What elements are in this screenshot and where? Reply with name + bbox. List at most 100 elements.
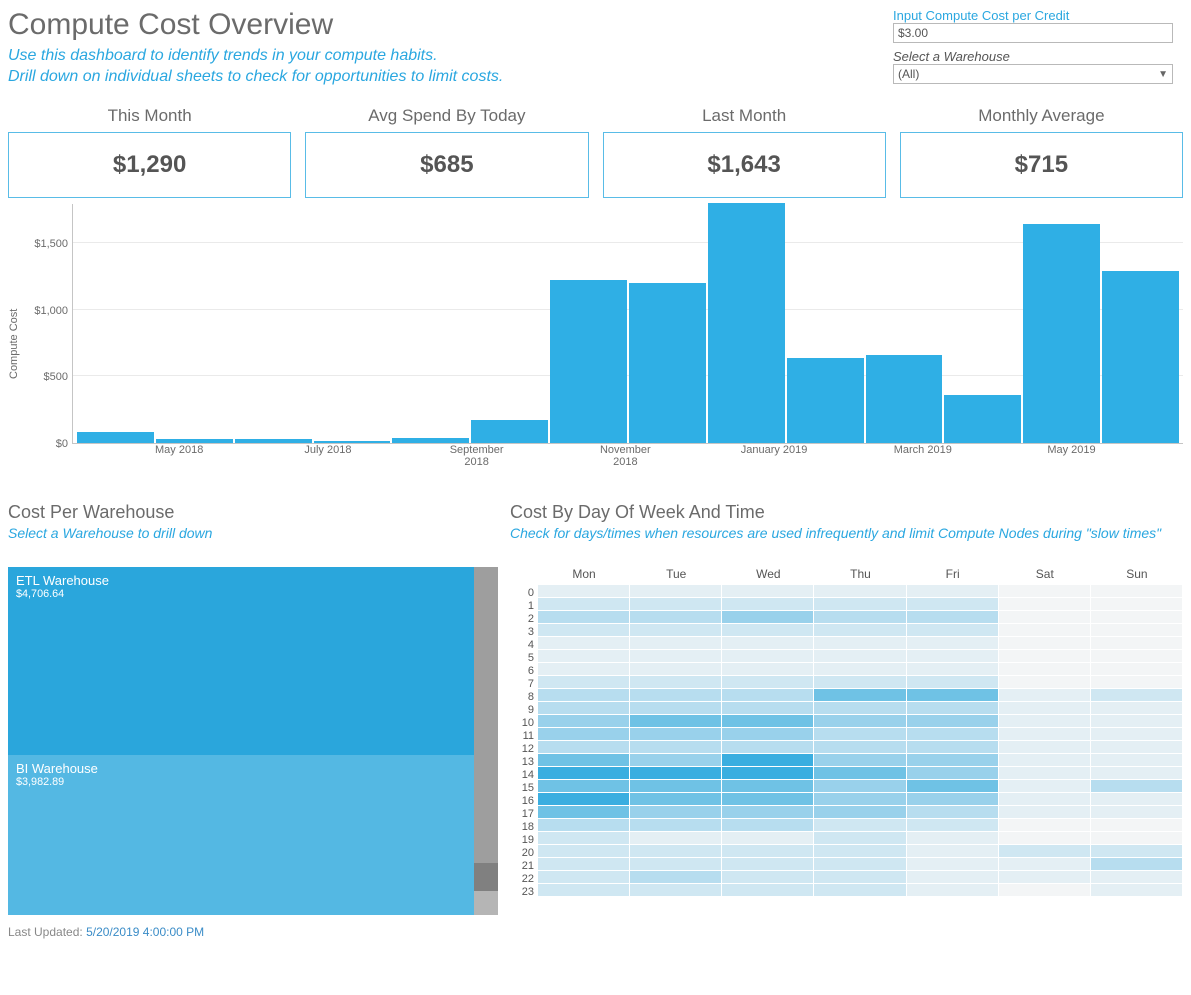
heatmap-cell[interactable] [722, 767, 814, 779]
heatmap-cell[interactable] [722, 624, 814, 636]
heatmap-cell[interactable] [907, 585, 999, 597]
heatmap-cell[interactable] [1091, 780, 1183, 792]
heatmap-cell[interactable] [814, 715, 906, 727]
heatmap-cell[interactable] [999, 793, 1091, 805]
bar[interactable] [77, 432, 154, 443]
heatmap-cell[interactable] [1091, 676, 1183, 688]
heatmap-cell[interactable] [907, 806, 999, 818]
heatmap-cell[interactable] [630, 754, 722, 766]
heatmap-cell[interactable] [630, 611, 722, 623]
heatmap-cell[interactable] [630, 858, 722, 870]
heatmap-cell[interactable] [722, 806, 814, 818]
heatmap-cell[interactable] [907, 715, 999, 727]
heatmap-cell[interactable] [999, 845, 1091, 857]
heatmap-cell[interactable] [722, 884, 814, 896]
heatmap-cell[interactable] [538, 780, 630, 792]
heatmap-cell[interactable] [1091, 624, 1183, 636]
heatmap-cell[interactable] [907, 637, 999, 649]
heatmap-cell[interactable] [722, 702, 814, 714]
heatmap-cell[interactable] [722, 637, 814, 649]
heatmap-cell[interactable] [630, 806, 722, 818]
heatmap-cell[interactable] [999, 598, 1091, 610]
heatmap-cell[interactable] [630, 624, 722, 636]
heatmap-cell[interactable] [1091, 871, 1183, 883]
heatmap-cell[interactable] [1091, 715, 1183, 727]
heatmap-cell[interactable] [722, 780, 814, 792]
heatmap-cell[interactable] [722, 650, 814, 662]
heatmap-cell[interactable] [814, 793, 906, 805]
heatmap-cell[interactable] [630, 585, 722, 597]
heatmap-cell[interactable] [1091, 689, 1183, 701]
heatmap-cell[interactable] [814, 676, 906, 688]
heatmap-cell[interactable] [907, 741, 999, 753]
heatmap-cell[interactable] [630, 663, 722, 675]
heatmap-cell[interactable] [538, 598, 630, 610]
treemap-block-small[interactable] [474, 863, 498, 891]
heatmap-cell[interactable] [630, 884, 722, 896]
heatmap-cell[interactable] [814, 832, 906, 844]
bar[interactable] [944, 395, 1021, 443]
heatmap-cell[interactable] [814, 611, 906, 623]
heatmap-cell[interactable] [999, 715, 1091, 727]
heatmap-cell[interactable] [538, 585, 630, 597]
heatmap-cell[interactable] [814, 637, 906, 649]
heatmap-cell[interactable] [722, 754, 814, 766]
heatmap-cell[interactable] [538, 676, 630, 688]
heatmap-cell[interactable] [722, 793, 814, 805]
heatmap-cell[interactable] [814, 728, 906, 740]
heatmap-cell[interactable] [999, 689, 1091, 701]
heatmap-cell[interactable] [538, 702, 630, 714]
heatmap-cell[interactable] [907, 689, 999, 701]
heatmap-cell[interactable] [538, 754, 630, 766]
heatmap-cell[interactable] [907, 871, 999, 883]
heatmap-cell[interactable] [999, 819, 1091, 831]
heatmap-cell[interactable] [907, 728, 999, 740]
heatmap-cell[interactable] [907, 884, 999, 896]
heatmap-cell[interactable] [1091, 793, 1183, 805]
heatmap-cell[interactable] [630, 676, 722, 688]
heatmap-cell[interactable] [538, 832, 630, 844]
heatmap-cell[interactable] [907, 780, 999, 792]
heatmap-cell[interactable] [538, 793, 630, 805]
heatmap-cell[interactable] [999, 871, 1091, 883]
heatmap-cell[interactable] [538, 650, 630, 662]
heatmap-cell[interactable] [999, 741, 1091, 753]
bar[interactable] [1102, 271, 1179, 443]
heatmap-cell[interactable] [907, 702, 999, 714]
heatmap-cell[interactable] [1091, 663, 1183, 675]
heatmap-cell[interactable] [538, 728, 630, 740]
heatmap-cell[interactable] [814, 884, 906, 896]
heatmap-cell[interactable] [907, 676, 999, 688]
heatmap-cell[interactable] [630, 598, 722, 610]
heatmap[interactable]: 01234567891011121314151617181920212223 M… [510, 567, 1183, 899]
heatmap-cell[interactable] [630, 780, 722, 792]
heatmap-cell[interactable] [1091, 754, 1183, 766]
heatmap-cell[interactable] [722, 598, 814, 610]
heatmap-cell[interactable] [630, 741, 722, 753]
heatmap-cell[interactable] [999, 585, 1091, 597]
heatmap-cell[interactable] [1091, 598, 1183, 610]
heatmap-cell[interactable] [814, 585, 906, 597]
heatmap-cell[interactable] [999, 884, 1091, 896]
bar[interactable] [156, 439, 233, 443]
heatmap-cell[interactable] [1091, 832, 1183, 844]
bar-chart[interactable] [72, 204, 1183, 444]
heatmap-cell[interactable] [722, 858, 814, 870]
heatmap-cell[interactable] [814, 806, 906, 818]
heatmap-cell[interactable] [814, 767, 906, 779]
heatmap-cell[interactable] [999, 780, 1091, 792]
heatmap-cell[interactable] [630, 702, 722, 714]
heatmap-cell[interactable] [1091, 611, 1183, 623]
heatmap-cell[interactable] [630, 845, 722, 857]
heatmap-cell[interactable] [814, 845, 906, 857]
heatmap-cell[interactable] [538, 715, 630, 727]
heatmap-cell[interactable] [630, 832, 722, 844]
heatmap-cell[interactable] [722, 676, 814, 688]
heatmap-cell[interactable] [814, 754, 906, 766]
heatmap-cell[interactable] [814, 650, 906, 662]
heatmap-cell[interactable] [999, 806, 1091, 818]
bar[interactable] [392, 438, 469, 443]
bar[interactable] [787, 358, 864, 443]
heatmap-cell[interactable] [814, 624, 906, 636]
bar[interactable] [550, 280, 627, 443]
